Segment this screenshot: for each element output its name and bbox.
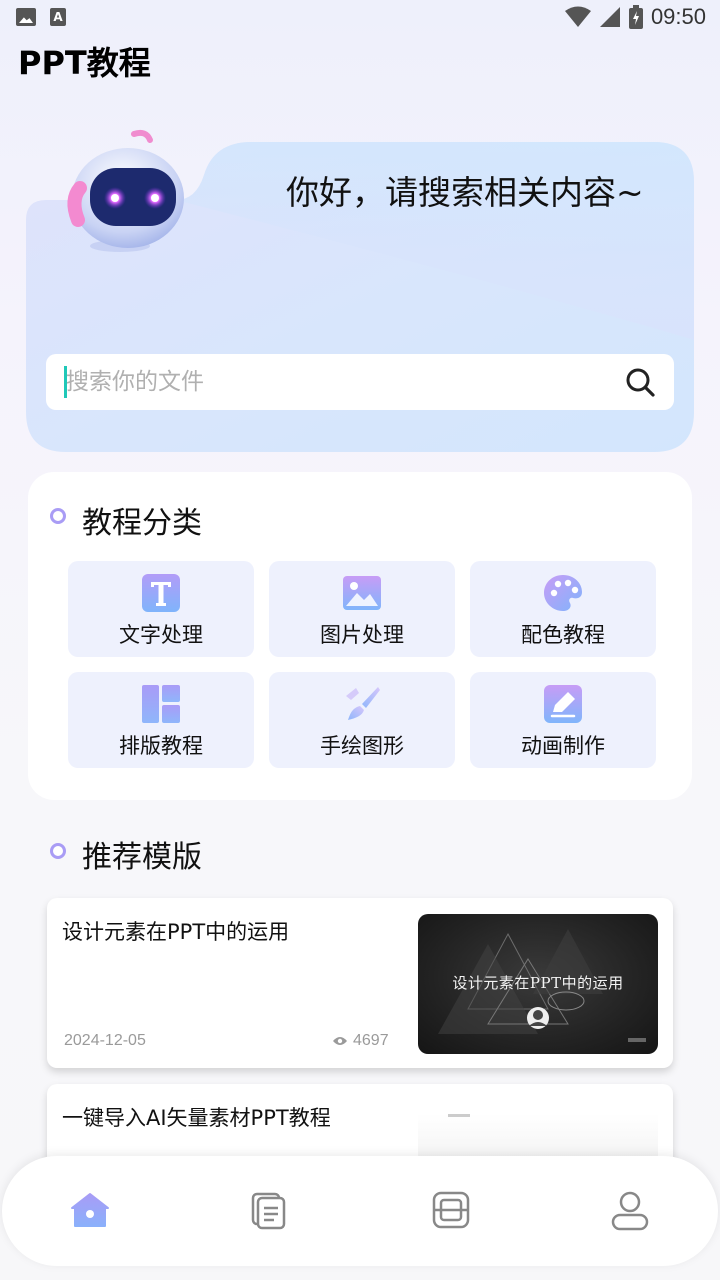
greeting-text: 你好，请搜索相关内容~ — [286, 173, 644, 212]
template-title: 设计元素在PPT中的运用 — [62, 920, 290, 944]
gallery-notification-icon — [16, 8, 36, 26]
template-title: 一键导入AI矢量素材PPT教程 — [62, 1106, 331, 1130]
bottom-navigation — [2, 1156, 718, 1266]
signal-icon — [599, 7, 620, 27]
layout-icon — [142, 685, 180, 723]
category-text-processing[interactable]: 文字处理 — [68, 561, 254, 657]
text-icon — [142, 574, 180, 612]
category-grid: 文字处理 图片处理 配色教程 排版教程 手绘图形 动画制作 — [68, 561, 658, 768]
category-label: 图片处理 — [320, 623, 404, 647]
category-animation[interactable]: 动画制作 — [470, 672, 656, 768]
view-count: 4697 — [353, 1032, 389, 1049]
search-input[interactable] — [66, 364, 606, 400]
category-hand-drawn[interactable]: 手绘图形 — [269, 672, 455, 768]
status-time: 09:50 — [650, 4, 706, 29]
image-icon — [343, 576, 381, 610]
thumbnail-title: 设计元素在PPT中的运用 — [452, 974, 624, 992]
category-image-processing[interactable]: 图片处理 — [269, 561, 455, 657]
template-thumbnail[interactable]: 设计元素在PPT中的运用 — [418, 914, 658, 1054]
search-bar[interactable] — [46, 354, 674, 410]
edit-icon — [544, 685, 582, 723]
template-card[interactable]: 设计元素在PPT中的运用 2024-12-05 4697 设计元素在PPT中的运… — [47, 898, 673, 1068]
eye-icon — [333, 1037, 347, 1045]
category-label: 排版教程 — [119, 734, 203, 758]
category-label: 动画制作 — [521, 734, 605, 758]
hero-card: 你好，请搜索相关内容~ — [26, 129, 694, 452]
category-label: 手绘图形 — [320, 734, 404, 758]
recommend-section-title: 推荐模版 — [82, 840, 202, 875]
palette-icon — [544, 575, 582, 611]
battery-icon — [628, 5, 643, 29]
brush-icon — [346, 687, 380, 720]
search-icon[interactable] — [624, 366, 656, 398]
category-section-title: 教程分类 — [82, 506, 202, 541]
category-card: 教程分类 文字处理 图片处理 配色教程 排版教程 手绘图形 动画制作 — [28, 472, 692, 800]
category-label: 文字处理 — [119, 623, 203, 647]
template-views: 4697 — [333, 1032, 389, 1050]
home-icon[interactable] — [68, 1188, 112, 1232]
section-dot-icon — [50, 843, 66, 859]
page-title: PPT教程 — [18, 44, 151, 82]
status-bar: A 09:50 — [0, 0, 720, 36]
category-label: 配色教程 — [521, 623, 605, 647]
user-icon[interactable] — [608, 1188, 652, 1232]
section-dot-icon — [50, 508, 66, 524]
scan-icon[interactable] — [429, 1188, 473, 1232]
category-layout-tutorial[interactable]: 排版教程 — [68, 672, 254, 768]
robot-mascot-icon — [67, 129, 184, 252]
template-date: 2024-12-05 — [64, 1032, 146, 1049]
category-color-tutorial[interactable]: 配色教程 — [470, 561, 656, 657]
document-icon[interactable] — [246, 1188, 290, 1232]
font-notification-icon: A — [50, 8, 66, 26]
wifi-icon — [564, 6, 591, 27]
